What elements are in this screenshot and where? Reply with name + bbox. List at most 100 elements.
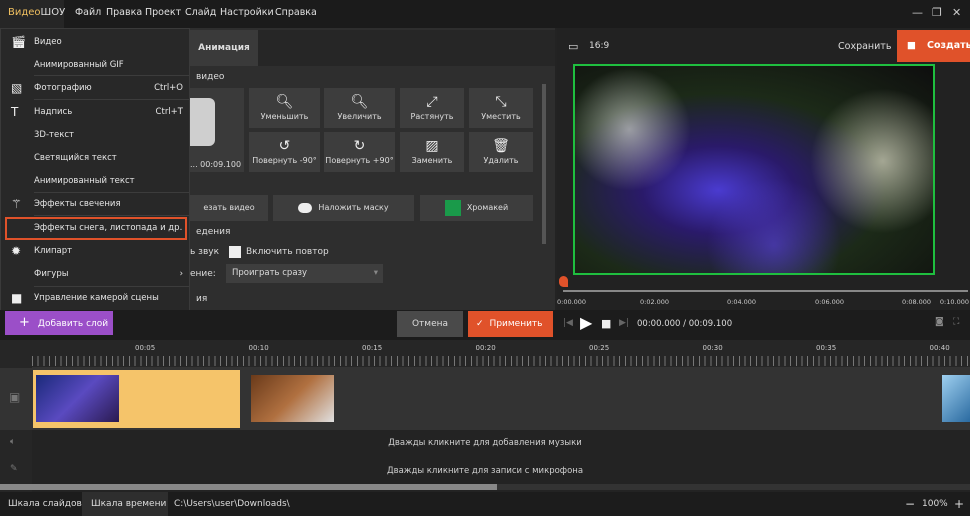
apply-button[interactable]: ✓ Применить xyxy=(468,311,553,337)
menu-edit[interactable]: Правка xyxy=(106,7,142,18)
menu-item[interactable]: 🎬︎ Видео xyxy=(1,31,189,54)
snapshot-icon[interactable]: ◙ xyxy=(935,317,944,327)
rotate-right-button[interactable]: ↻ Повернуть +90° xyxy=(324,132,395,172)
menu-item[interactable]: Светящийся текст xyxy=(1,147,189,170)
duration-label: ... 00:09.100 xyxy=(190,160,242,169)
monitor-icon: ▭ xyxy=(568,40,579,53)
crop-video-button[interactable]: езать видео xyxy=(190,195,268,221)
menu-item[interactable]: Эффекты снега, листопада и др. xyxy=(5,217,187,240)
scrub-tick-label: 0:02.000 xyxy=(640,298,670,306)
stretch-button[interactable]: ⤢ Растянуть xyxy=(400,88,464,128)
prev-frame-icon[interactable]: |◀ xyxy=(563,318,573,328)
playhead-marker[interactable] xyxy=(559,276,568,287)
play-icon[interactable]: ▶ xyxy=(580,313,592,332)
fullscreen-icon[interactable]: ⛶ xyxy=(953,317,959,327)
mic-track-hint[interactable]: Дважды кликните для записи с микрофона xyxy=(0,466,970,476)
replace-icon: ▨ xyxy=(425,138,439,154)
menu-item[interactable]: Фигуры › xyxy=(1,263,189,286)
cancel-button[interactable]: Отмена xyxy=(397,311,463,337)
scrub-tick-label: 0:10.000 xyxy=(939,298,969,306)
ruler-tick-label: 00:35 xyxy=(816,344,837,352)
section-bottom-label: ия xyxy=(196,294,208,304)
replace-button[interactable]: ▨ Заменить xyxy=(400,132,464,172)
music-track-hint[interactable]: Дважды кликните для добавления музыки xyxy=(0,438,970,448)
scrub-tick-label: 0:00.000 xyxy=(557,298,587,306)
menu-item[interactable]: Анимированный GIF xyxy=(1,54,189,77)
magic-wand-icon: ⚚ xyxy=(11,197,22,211)
check-icon: ✓ xyxy=(476,319,484,329)
tab-slides-scale[interactable]: Шкала слайдов xyxy=(8,492,82,516)
menu-settings[interactable]: Настройки xyxy=(220,7,274,18)
project-path: C:\Users\user\Downloads\ xyxy=(174,499,290,509)
timeline-clip[interactable] xyxy=(251,375,334,422)
chevron-down-icon: ▾ xyxy=(373,268,378,278)
tab-timeline-scale[interactable]: Шкала времени xyxy=(82,492,168,516)
menu-help[interactable]: Справка xyxy=(275,7,317,18)
menu-item[interactable]: Анимированный текст xyxy=(1,170,189,193)
mask-button[interactable]: Наложить маску xyxy=(273,195,414,221)
stop-icon[interactable]: ■ xyxy=(601,317,611,330)
aspect-ratio[interactable]: 16:9 xyxy=(589,41,609,51)
minimize-icon[interactable]: — xyxy=(912,6,923,19)
chroma-key-button[interactable]: Хромакей xyxy=(420,195,533,221)
ruler-tick-label: 00:30 xyxy=(702,344,723,352)
app-logo[interactable]: ВидеоШОУ xyxy=(0,0,65,28)
zoom-level: 100% xyxy=(922,499,948,509)
trash-button[interactable]: 🗑︎ Удалить xyxy=(469,132,533,172)
time-readout: 00:00.000 / 00:09.100 xyxy=(637,319,733,329)
panel-scrollbar[interactable] xyxy=(542,84,546,244)
scrub-tick-label: 0:08.000 xyxy=(902,298,932,306)
close-icon[interactable]: ✕ xyxy=(952,6,961,19)
maximize-icon[interactable]: ❐ xyxy=(932,6,942,19)
camera-icon: ■ xyxy=(907,40,916,51)
menu-item[interactable]: ■ Управление камерой сцены xyxy=(1,287,189,310)
trash-icon: 🗑︎ xyxy=(492,138,510,154)
menu-item[interactable]: 3D-текст xyxy=(1,124,189,147)
repeat-checkbox[interactable] xyxy=(229,246,241,258)
menu-file[interactable]: Файл xyxy=(75,7,101,18)
fit-button[interactable]: ⤡ Уместить xyxy=(469,88,533,128)
text-icon: T xyxy=(11,105,19,119)
gear-icon: ✹ xyxy=(11,244,22,258)
zoom-in-button[interactable]: 🔍︎ Увеличить xyxy=(324,88,395,128)
ruler-tick-label: 00:05 xyxy=(135,344,156,352)
play-mode-select[interactable]: Проиграть сразу ▾ xyxy=(226,264,383,283)
scrub-tick-label: 0:04.000 xyxy=(727,298,757,306)
chevron-right-icon: › xyxy=(179,269,183,279)
save-button[interactable]: Сохранить xyxy=(838,41,891,52)
next-frame-icon[interactable]: ▶| xyxy=(619,318,629,328)
film-icon: 🎬︎ xyxy=(11,35,27,49)
timeline-scrollbar[interactable] xyxy=(0,484,497,490)
scrubber-ticks: 0:00.000 0:02.000 0:04.000 0:06.000 0:08.000… xyxy=(557,298,970,308)
scrub-tick-label: 0:06.000 xyxy=(815,298,845,306)
timeline-clip-selected[interactable] xyxy=(33,370,240,428)
zoom-in-button[interactable]: + xyxy=(954,492,964,516)
sound-label: ь звук xyxy=(190,247,220,257)
ruler-tick-label: 00:40 xyxy=(929,344,950,352)
timeline-ruler[interactable]: 00:05 00:10 00:15 00:20 00:25 00:30 00:35 00:40 xyxy=(32,340,970,368)
tab-animation[interactable]: Анимация xyxy=(190,30,258,66)
menu-project[interactable]: Проект xyxy=(145,7,181,18)
create-button[interactable]: ■ Создать xyxy=(897,30,970,62)
menu-slide[interactable]: Слайд xyxy=(185,7,216,18)
scrubber-track[interactable] xyxy=(563,290,968,292)
control-row: + Добавить слой Отмена ✓ Применить |◀ ▶ ■ … xyxy=(0,310,970,340)
zoom-out-button[interactable]: − xyxy=(905,492,915,516)
status-bar: Шкала слайдов Шкала времени C:\Users\use… xyxy=(0,492,970,516)
timeline-clip[interactable] xyxy=(942,375,970,422)
zoom-out-icon: 🔍︎ xyxy=(275,94,294,110)
video-preview[interactable] xyxy=(573,64,935,275)
menu-item[interactable]: ⚚ Эффекты свечения xyxy=(1,193,189,216)
rotate-left-button[interactable]: ↺ Повернуть -90° xyxy=(249,132,320,172)
image-icon: ▧ xyxy=(11,81,23,95)
zoom-out-button[interactable]: 🔍︎ Уменьшить xyxy=(249,88,320,128)
play-mode-label: ение: xyxy=(190,269,216,279)
menu-item[interactable]: ▧ Фотографию Ctrl+O xyxy=(1,77,189,100)
mask-icon xyxy=(298,202,313,213)
ruler-tick-label: 00:10 xyxy=(248,344,269,352)
menu-item[interactable]: T Надпись Ctrl+T xyxy=(1,101,189,124)
add-layer-button[interactable]: + Добавить слой xyxy=(5,311,113,335)
film-track-icon: ▣ xyxy=(9,390,21,404)
rotate-right-icon: ↻ xyxy=(353,138,366,154)
menu-item[interactable]: ✹ Клипарт xyxy=(1,240,189,263)
